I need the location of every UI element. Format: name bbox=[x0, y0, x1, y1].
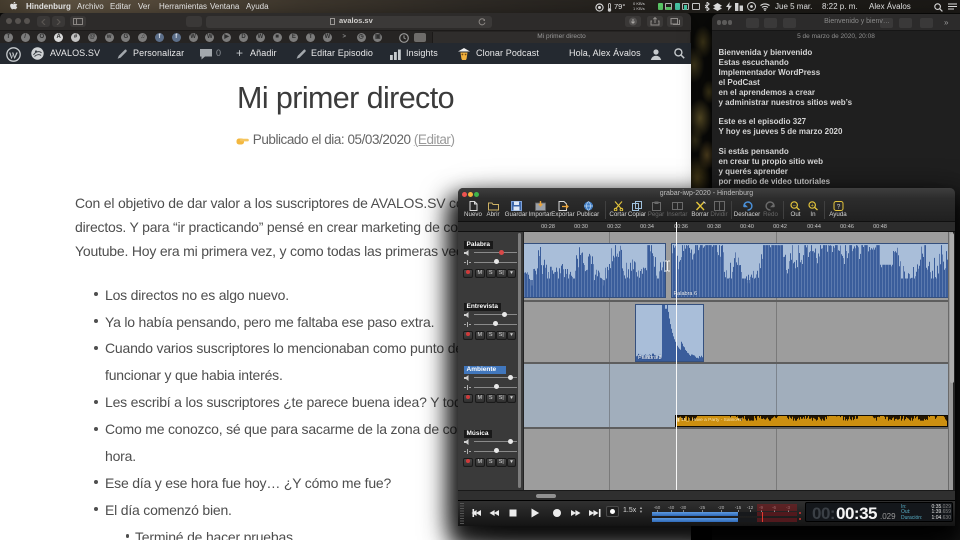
svg-text:?: ? bbox=[836, 203, 840, 210]
svg-text:+: + bbox=[810, 203, 813, 209]
svg-text:−: − bbox=[793, 203, 796, 209]
